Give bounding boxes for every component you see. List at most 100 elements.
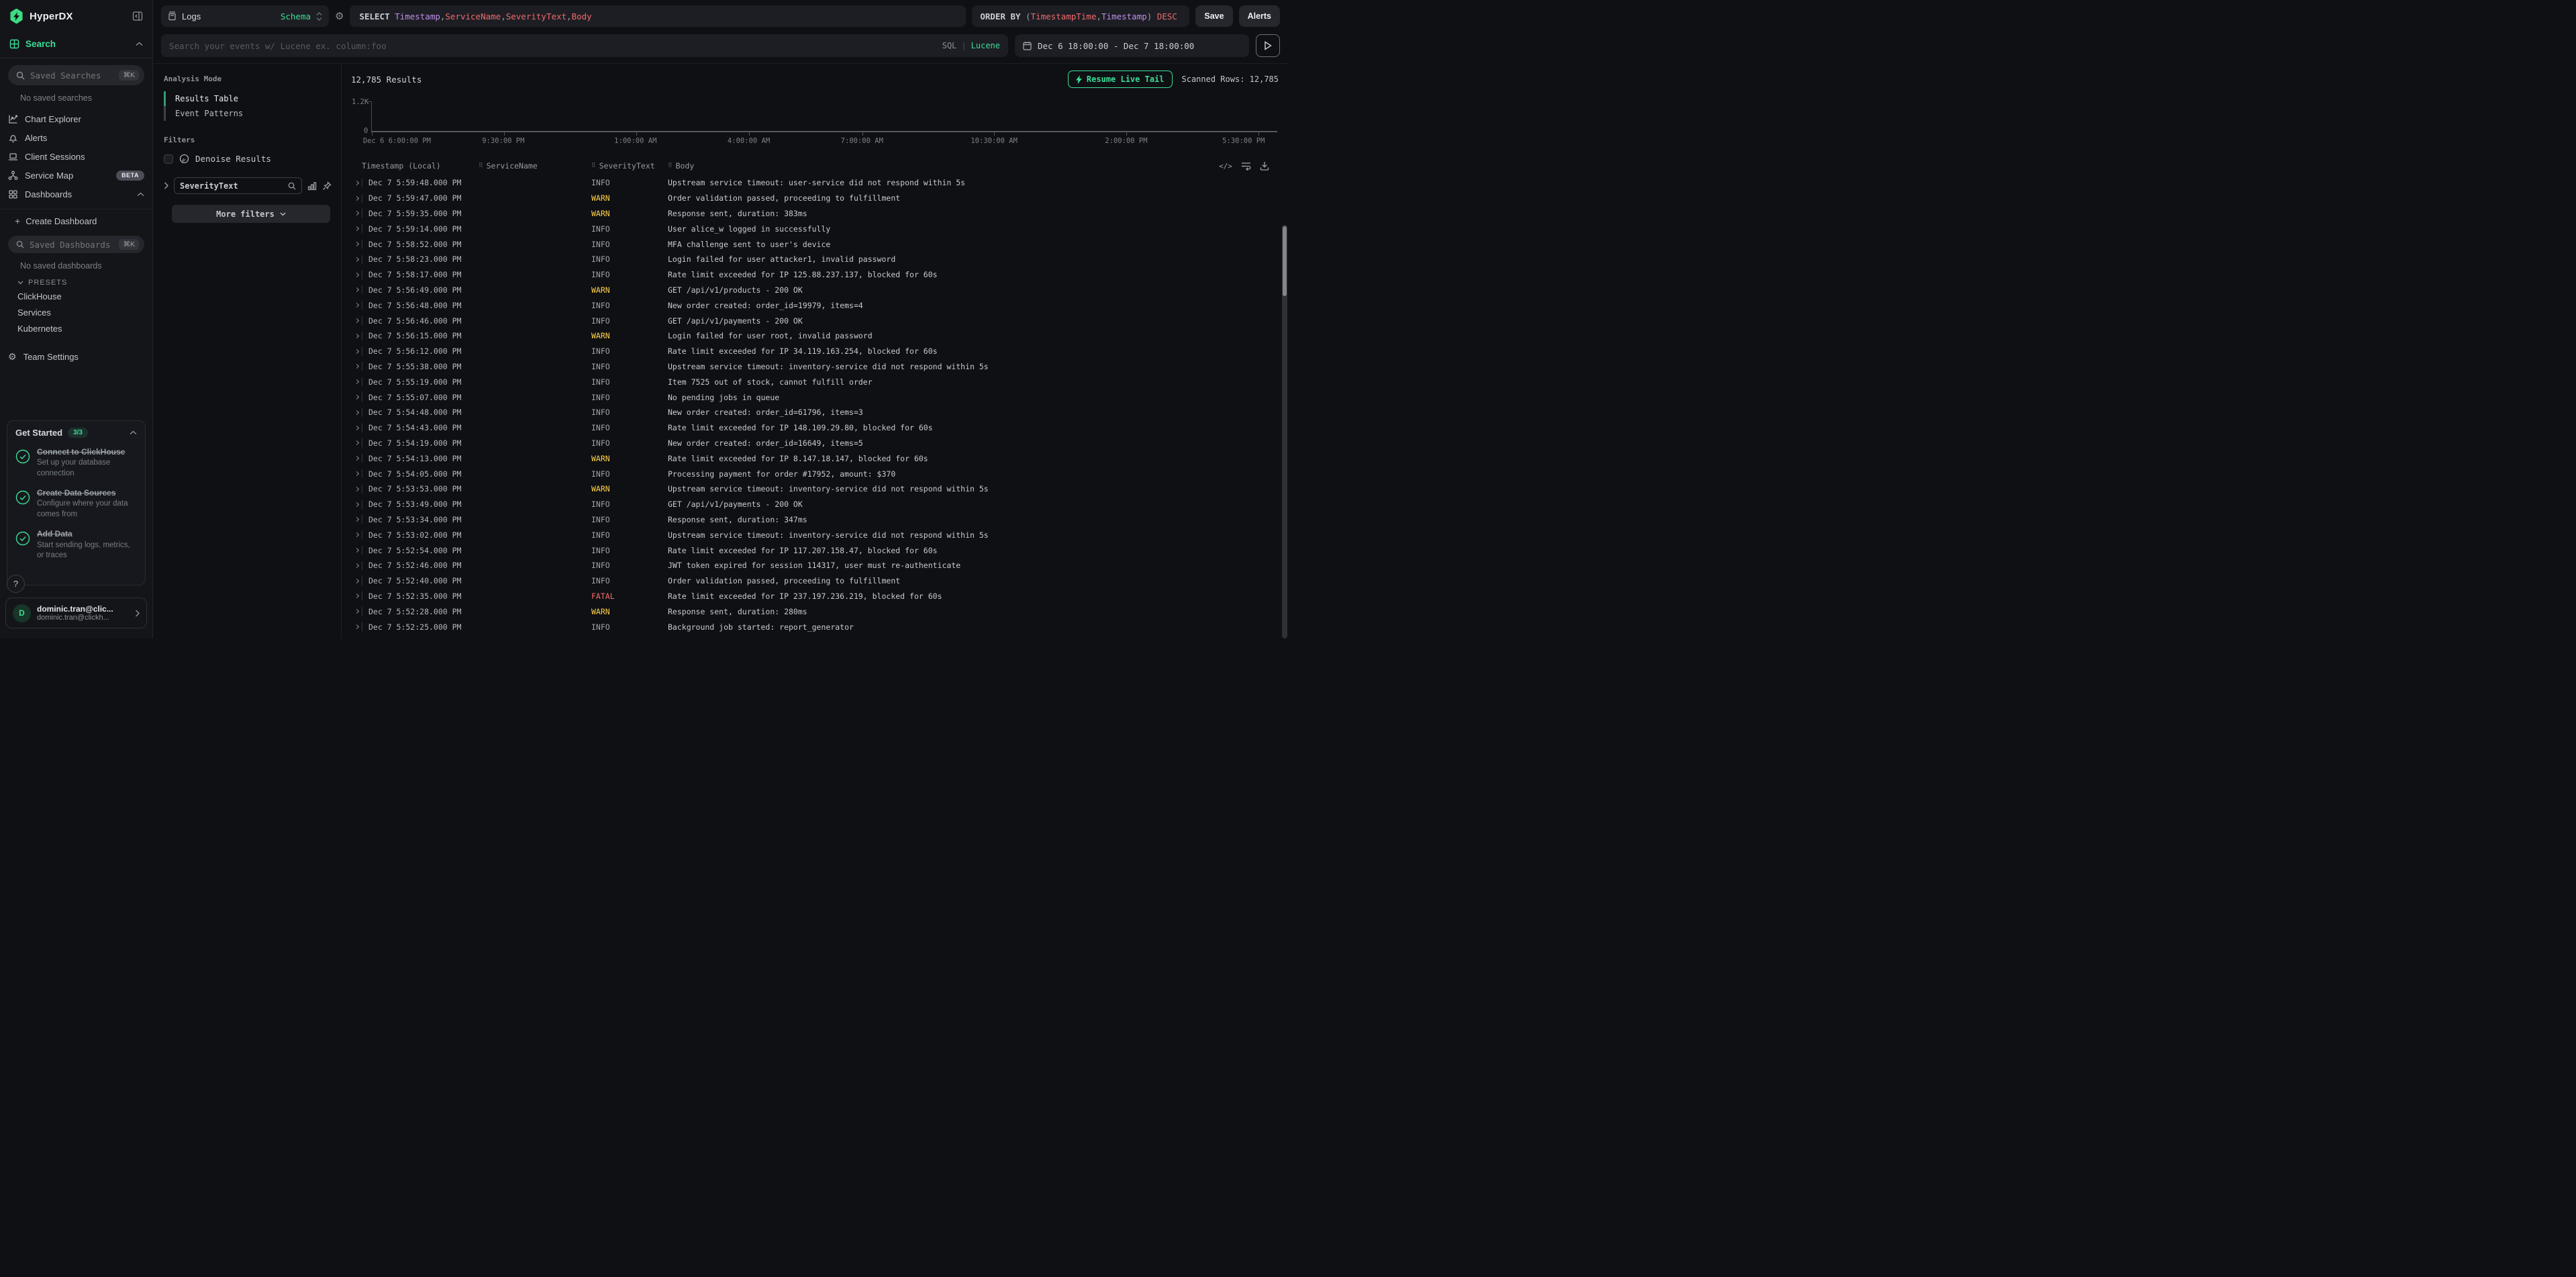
severity-filter-field[interactable]: SeverityText	[174, 177, 302, 194]
table-row[interactable]: Dec 7 5:54:05.000 PM INFO Processing pay…	[351, 466, 1279, 481]
table-row[interactable]: Dec 7 5:53:34.000 PM INFO Response sent,…	[351, 512, 1279, 528]
table-row[interactable]: Dec 7 5:52:40.000 PM INFO Order validati…	[351, 573, 1279, 589]
column-header-severitytext[interactable]: ⠿SeverityText	[591, 161, 668, 171]
wrap-text-icon[interactable]	[1241, 162, 1251, 171]
download-icon[interactable]	[1260, 161, 1269, 171]
chevron-up-icon[interactable]	[136, 42, 143, 46]
row-expand-chevron[interactable]	[351, 334, 362, 338]
row-expand-chevron[interactable]	[351, 288, 362, 291]
sql-toggle[interactable]: SQL	[942, 41, 957, 50]
resume-live-tail-button[interactable]: Resume Live Tail	[1068, 70, 1173, 88]
row-expand-chevron[interactable]	[351, 518, 362, 521]
table-row[interactable]: Dec 7 5:59:47.000 PM WARN Order validati…	[351, 191, 1279, 206]
row-expand-chevron[interactable]	[351, 197, 362, 200]
row-expand-chevron[interactable]	[351, 181, 362, 185]
row-expand-chevron[interactable]	[351, 227, 362, 230]
row-expand-chevron[interactable]	[351, 610, 362, 613]
pin-icon[interactable]	[322, 181, 332, 191]
drag-handle-icon[interactable]: ⠿	[591, 162, 596, 169]
row-expand-chevron[interactable]	[351, 365, 362, 368]
row-expand-chevron[interactable]	[351, 303, 362, 307]
row-expand-chevron[interactable]	[351, 579, 362, 583]
row-expand-chevron[interactable]	[351, 395, 362, 399]
sidebar-item-search[interactable]: Search	[0, 34, 152, 54]
sidebar-item-team-settings[interactable]: ⚙ Team Settings	[0, 347, 152, 366]
row-expand-chevron[interactable]	[351, 533, 362, 536]
table-row[interactable]: Dec 7 5:52:28.000 PM WARN Response sent,…	[351, 604, 1279, 619]
table-row[interactable]: Dec 7 5:52:35.000 PM FATAL Rate limit ex…	[351, 589, 1279, 604]
row-expand-chevron[interactable]	[351, 625, 362, 628]
sidebar-item-chart-explorer[interactable]: Chart Explorer	[0, 109, 152, 128]
get-started-step[interactable]: Connect to ClickHouse Set up your databa…	[15, 446, 137, 479]
row-expand-chevron[interactable]	[351, 211, 362, 215]
chevron-up-icon[interactable]	[137, 192, 144, 197]
table-row[interactable]: Dec 7 5:54:13.000 PM WARN Rate limit exc…	[351, 451, 1279, 466]
column-header-servicename[interactable]: ⠿ServiceName	[479, 161, 591, 171]
mode-event-patterns[interactable]: Event Patterns	[164, 106, 332, 121]
table-row[interactable]: Dec 7 5:55:38.000 PM INFO Upstream servi…	[351, 359, 1279, 375]
sidebar-item-alerts[interactable]: Alerts	[0, 128, 152, 147]
row-expand-chevron[interactable]	[351, 350, 362, 353]
event-search-box[interactable]: SQL | Lucene	[161, 34, 1008, 57]
row-expand-chevron[interactable]	[351, 242, 362, 246]
sidebar-item-dashboards[interactable]: Dashboards	[0, 185, 152, 203]
row-expand-chevron[interactable]	[351, 258, 362, 261]
sidebar-collapse-icon[interactable]	[132, 11, 143, 21]
sidebar-item-client-sessions[interactable]: Client Sessions	[0, 147, 152, 166]
table-row[interactable]: Dec 7 5:53:02.000 PM INFO Upstream servi…	[351, 527, 1279, 542]
row-expand-chevron[interactable]	[351, 273, 362, 277]
table-row[interactable]: Dec 7 5:53:49.000 PM INFO GET /api/v1/pa…	[351, 497, 1279, 512]
row-expand-chevron[interactable]	[351, 380, 362, 383]
denoise-checkbox[interactable]	[164, 154, 173, 164]
table-row[interactable]: Dec 7 5:59:14.000 PM INFO User alice_w l…	[351, 221, 1279, 236]
chevron-up-icon[interactable]	[130, 430, 137, 435]
presets-section[interactable]: PRESETS	[0, 272, 152, 289]
create-dashboard-button[interactable]: + Create Dashboard	[0, 209, 152, 228]
event-histogram[interactable]: 1.2K 0 Dec 6 6:00:00 PM9:30:00 PM1:00:00…	[371, 101, 1277, 148]
table-row[interactable]: Dec 7 5:55:07.000 PM INFO No pending job…	[351, 389, 1279, 405]
preset-services[interactable]: Services	[0, 305, 152, 322]
table-row[interactable]: Dec 7 5:52:46.000 PM INFO JWT token expi…	[351, 558, 1279, 573]
chart-toggle-icon[interactable]	[307, 181, 317, 191]
column-header-timestamp[interactable]: Timestamp (Local)	[351, 161, 479, 171]
row-expand-chevron[interactable]	[351, 457, 362, 460]
table-row[interactable]: Dec 7 5:58:52.000 PM INFO MFA challenge …	[351, 236, 1279, 252]
vertical-scrollbar[interactable]	[1282, 225, 1287, 638]
row-expand-chevron[interactable]	[351, 319, 362, 322]
table-row[interactable]: Dec 7 5:54:43.000 PM INFO Rate limit exc…	[351, 420, 1279, 436]
expand-chevron-icon[interactable]	[164, 182, 168, 189]
search-input[interactable]	[169, 41, 936, 51]
drag-handle-icon[interactable]: ⠿	[479, 162, 483, 169]
table-row[interactable]: Dec 7 5:53:53.000 PM WARN Upstream servi…	[351, 481, 1279, 497]
more-filters-button[interactable]: More filters	[172, 205, 330, 223]
source-settings-gear-icon[interactable]: ⚙	[335, 10, 344, 22]
preset-kubernetes[interactable]: Kubernetes	[0, 322, 152, 338]
sidebar-item-service-map[interactable]: Service Map BETA	[0, 166, 152, 185]
table-row[interactable]: Dec 7 5:56:15.000 PM WARN Login failed f…	[351, 328, 1279, 344]
view-source-icon[interactable]: </>	[1219, 162, 1232, 171]
table-row[interactable]: Dec 7 5:59:48.000 PM INFO Upstream servi…	[351, 175, 1279, 191]
scrollbar-thumb[interactable]	[1283, 226, 1287, 296]
saved-dashboards-input[interactable]	[30, 240, 113, 250]
run-query-button[interactable]	[1256, 34, 1280, 57]
row-expand-chevron[interactable]	[351, 411, 362, 414]
save-button[interactable]: Save	[1195, 5, 1232, 27]
sql-select-editor[interactable]: SELECT Timestamp,ServiceName,SeverityTex…	[350, 5, 966, 27]
table-row[interactable]: Dec 7 5:58:17.000 PM INFO Rate limit exc…	[351, 267, 1279, 283]
table-row[interactable]: Dec 7 5:55:19.000 PM INFO Item 7525 out …	[351, 374, 1279, 389]
alerts-button[interactable]: Alerts	[1239, 5, 1280, 27]
table-row[interactable]: Dec 7 5:54:19.000 PM INFO New order crea…	[351, 436, 1279, 451]
row-expand-chevron[interactable]	[351, 549, 362, 552]
row-expand-chevron[interactable]	[351, 426, 362, 430]
table-row[interactable]: Dec 7 5:59:35.000 PM WARN Response sent,…	[351, 206, 1279, 222]
saved-dashboards-search[interactable]: ⌘K	[8, 236, 144, 253]
drag-handle-icon[interactable]: ⠿	[668, 162, 673, 169]
preset-clickhouse[interactable]: ClickHouse	[0, 289, 152, 305]
row-expand-chevron[interactable]	[351, 564, 362, 567]
user-account-card[interactable]: D dominic.tran@clic... dominic.tran@clic…	[5, 598, 147, 628]
source-select[interactable]: Logs Schema	[161, 5, 329, 27]
saved-searches-input[interactable]	[30, 70, 113, 81]
row-expand-chevron[interactable]	[351, 441, 362, 444]
help-button[interactable]: ?	[7, 575, 25, 593]
row-expand-chevron[interactable]	[351, 487, 362, 491]
